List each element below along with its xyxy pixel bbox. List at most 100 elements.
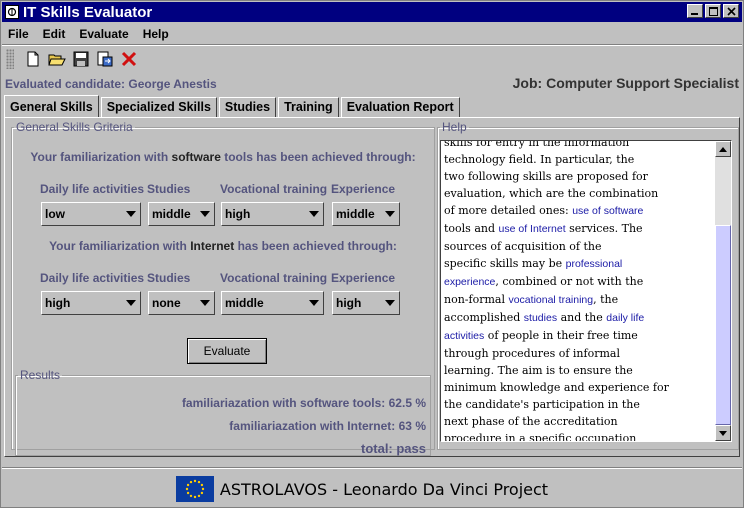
help-scrollbar[interactable]	[715, 141, 731, 441]
internet-experience-label: Experience	[331, 271, 396, 285]
results-legend: Results	[20, 368, 61, 382]
help-text-run: learning. The aim is to ensure the	[444, 364, 633, 377]
maximize-button[interactable]	[705, 4, 721, 18]
internet-question: Your familiarization with Internet has b…	[12, 239, 434, 253]
internet-training-label: Vocational training	[220, 271, 328, 285]
chevron-down-icon	[196, 292, 214, 314]
help-line: next phase of the accreditation	[444, 413, 716, 430]
chevron-up-icon	[719, 146, 727, 152]
help-line: technology field. In particular, the	[444, 151, 716, 168]
toolbar-grip[interactable]	[6, 49, 14, 69]
software-training-select[interactable]: high	[221, 202, 324, 226]
help-group: Help skills for entry in the information…	[437, 120, 739, 450]
help-line: non-formal vocational training, the	[444, 291, 716, 309]
help-text-run: minimum knowledge and experience for	[444, 381, 669, 394]
toolbar	[2, 46, 742, 72]
help-line: minimum knowledge and experience for	[444, 379, 716, 396]
help-text-run: accomplished	[444, 311, 524, 324]
chevron-down-icon	[305, 292, 323, 314]
scroll-thumb[interactable]	[715, 225, 731, 425]
help-text-run: non-formal	[444, 293, 509, 306]
scroll-up-button[interactable]	[715, 141, 731, 157]
save-icon	[73, 51, 89, 67]
close-button[interactable]	[723, 4, 739, 18]
eu-star	[186, 483, 190, 487]
help-text-run: next phase of the accreditation	[444, 415, 618, 428]
help-line: experience, combined or not with the	[444, 273, 716, 291]
scroll-down-button[interactable]	[715, 425, 731, 441]
footer: ASTROLAVOS - Leonardo Da Vinci Project	[2, 471, 742, 507]
help-link[interactable]: experience	[444, 276, 495, 288]
new-button[interactable]	[22, 48, 44, 70]
new-file-icon	[27, 51, 39, 67]
software-studies-label: Studies	[147, 182, 191, 196]
tab-evaluation-report[interactable]: Evaluation Report	[340, 97, 460, 117]
window-title: IT Skills Evaluator	[23, 3, 153, 21]
minimize-button[interactable]	[687, 4, 703, 18]
app-window: IT Skills Evaluator File Edit Evaluate H…	[0, 0, 744, 508]
help-link[interactable]: daily life	[606, 312, 644, 324]
software-daily-select[interactable]: low	[41, 202, 141, 226]
chevron-down-icon	[196, 203, 214, 225]
software-daily-label: Daily life activities	[40, 182, 145, 196]
tab-general-skills[interactable]: General Skills	[4, 95, 99, 117]
help-link[interactable]: activities	[444, 330, 484, 342]
software-experience-value: middle	[336, 207, 375, 221]
software-question-pre: Your familiarization with	[30, 150, 169, 164]
help-line: procedure in a specific occupation	[444, 430, 716, 441]
internet-question-word: Internet	[190, 239, 235, 253]
title-bar[interactable]: IT Skills Evaluator	[2, 2, 742, 22]
export-button[interactable]	[94, 48, 116, 70]
eu-star	[200, 491, 204, 495]
total-result: total: pass	[360, 441, 426, 456]
general-skills-panel: General Skills Griteria Your familiariza…	[4, 117, 740, 457]
eu-star	[189, 480, 193, 484]
help-line: tools and use of Internet services. The	[444, 220, 716, 238]
help-line: sources of acquisition of the	[444, 238, 716, 255]
evaluate-button[interactable]: Evaluate	[187, 338, 267, 364]
help-text-area[interactable]: skills for entry in the information techn…	[440, 140, 732, 442]
tab-training[interactable]: Training	[278, 97, 339, 117]
software-result: familiariazation with software tools: 62…	[181, 396, 426, 410]
delete-icon	[121, 51, 137, 67]
internet-training-select[interactable]: middle	[221, 291, 324, 315]
internet-daily-select[interactable]: high	[41, 291, 141, 315]
help-text: skills for entry in the information techn…	[444, 140, 716, 441]
help-link[interactable]: use of software	[572, 205, 643, 217]
software-daily-value: low	[45, 207, 65, 221]
maximize-icon	[708, 6, 718, 16]
menu-file[interactable]: File	[8, 27, 29, 41]
help-link[interactable]: professional	[566, 258, 623, 270]
eu-star	[197, 480, 201, 484]
criteria-legend: General Skills Griteria	[16, 120, 133, 134]
help-text-run: services. The	[565, 222, 643, 235]
open-button[interactable]	[46, 48, 68, 70]
internet-daily-label: Daily life activities	[40, 271, 145, 285]
save-button[interactable]	[70, 48, 92, 70]
tab-studies[interactable]: Studies	[218, 97, 277, 117]
internet-experience-select[interactable]: high	[332, 291, 400, 315]
help-text-run: tools and	[444, 222, 499, 235]
help-link[interactable]: use of Internet	[499, 223, 566, 235]
menu-help[interactable]: Help	[143, 27, 169, 41]
help-line: learning. The aim is to ensure the	[444, 362, 716, 379]
menu-evaluate[interactable]: Evaluate	[79, 27, 128, 41]
eu-flag-icon	[175, 476, 214, 502]
help-link[interactable]: vocational training	[508, 294, 593, 306]
tab-specialized-skills[interactable]: Specialized Skills	[100, 97, 217, 117]
software-experience-select[interactable]: middle	[332, 202, 400, 226]
internet-studies-label: Studies	[147, 271, 191, 285]
help-line: two following skills are proposed for	[444, 168, 716, 185]
help-text-run: skills for entry in the information	[444, 140, 630, 149]
internet-studies-select[interactable]: none	[148, 291, 215, 315]
software-training-value: high	[225, 207, 251, 221]
eu-star	[193, 479, 197, 483]
help-link[interactable]: studies	[524, 312, 557, 324]
menu-edit[interactable]: Edit	[43, 27, 66, 41]
delete-button[interactable]	[118, 48, 140, 70]
footer-separator	[2, 467, 742, 469]
help-text-run: , combined or not with the	[495, 275, 644, 288]
help-text-run: , the	[593, 293, 619, 306]
software-studies-select[interactable]: middle	[148, 202, 215, 226]
eu-star	[185, 487, 189, 491]
